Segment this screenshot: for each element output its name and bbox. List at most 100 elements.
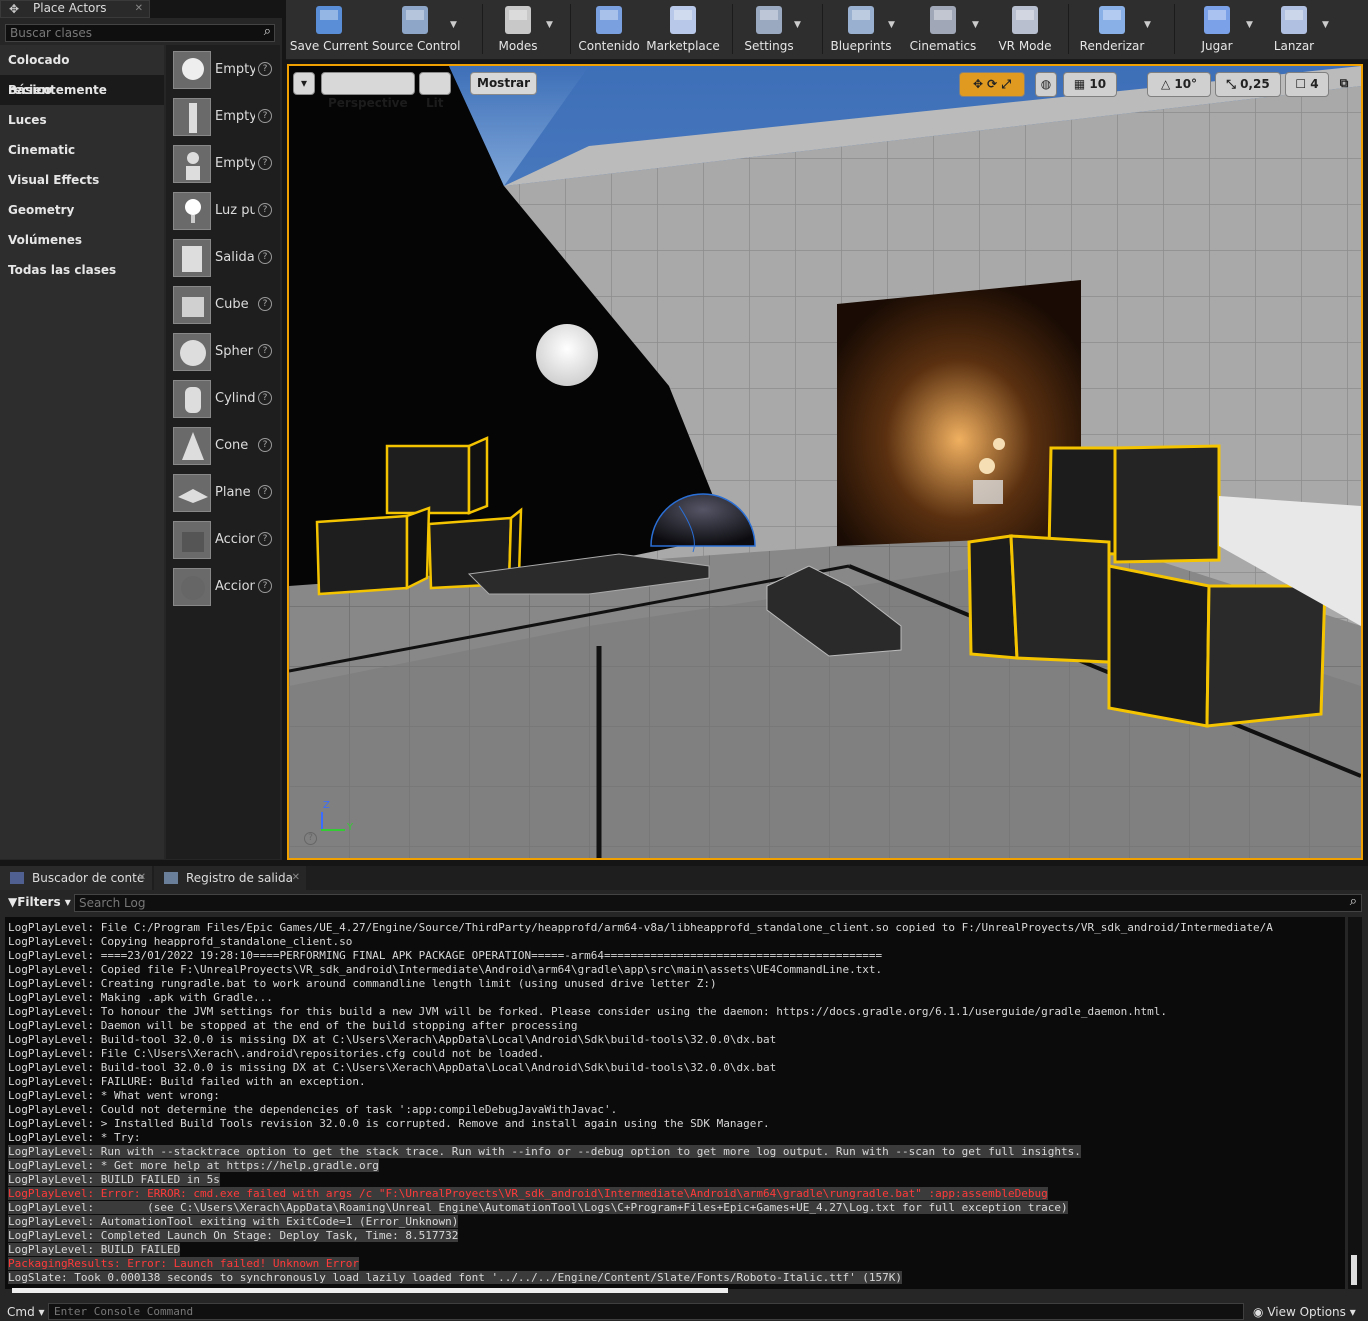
chevron-down-icon[interactable]: ▼ — [1322, 20, 1329, 30]
category-item[interactable]: Cinematic — [0, 135, 164, 165]
actor-item[interactable]: Empty? — [170, 142, 280, 186]
place-actors-tab[interactable]: ✥ Place Actors ✕ — [0, 0, 150, 18]
chevron-down-icon[interactable]: ▼ — [1246, 20, 1253, 30]
plane-icon — [173, 474, 211, 512]
actor-item[interactable]: Accion? — [170, 518, 280, 562]
actor-item[interactable]: Cube? — [170, 283, 280, 327]
help-icon[interactable]: ? — [258, 156, 272, 170]
help-icon[interactable]: ? — [258, 109, 272, 123]
help-icon[interactable]: ? — [258, 344, 272, 358]
grid-snap-button[interactable]: ▦ 10 — [1063, 72, 1117, 97]
actor-item[interactable]: Plane? — [170, 471, 280, 515]
rotation-snap-button[interactable]: △ 10° — [1147, 72, 1211, 97]
save-button[interactable]: Save Current — [286, 0, 372, 58]
help-icon[interactable]: ? — [258, 438, 272, 452]
settings-button[interactable]: Settings ▼ — [736, 0, 802, 58]
help-icon[interactable]: ? — [258, 250, 272, 264]
help-icon[interactable]: ? — [258, 485, 272, 499]
view-options-button[interactable]: ◉ View Options ▾ — [1253, 1305, 1356, 1319]
actor-item[interactable]: Cone? — [170, 424, 280, 468]
log-line-text: LogPlayLevel: AutomationTool exiting wit… — [8, 1215, 459, 1228]
close-tab-icon[interactable]: ✕ — [135, 1, 143, 16]
viewport-help-icon[interactable]: ? — [304, 832, 317, 845]
log-output[interactable]: LogPlayLevel: File C:/Program Files/Epic… — [5, 917, 1345, 1289]
log-horizontal-scrollbar[interactable] — [12, 1288, 728, 1293]
vr-mode-button[interactable]: VR Mode — [990, 0, 1060, 58]
camera-speed-button[interactable]: ☐ 4 — [1285, 72, 1329, 97]
tab-content-browser[interactable]: Buscador de conte ✕ — [0, 866, 152, 890]
category-item[interactable]: Todas las clases — [0, 255, 164, 285]
category-item[interactable]: Luces — [0, 105, 164, 135]
log-line-text: LogPlayLevel: Copying heapprofd_standalo… — [8, 935, 353, 948]
actor-item[interactable]: Salida? — [170, 236, 280, 280]
help-icon[interactable]: ? — [258, 391, 272, 405]
world-local-toggle[interactable]: ◍ — [1035, 72, 1057, 97]
tab-output-log[interactable]: Registro de salida ✕ — [154, 866, 306, 890]
toolbar-button-label: Modes — [498, 39, 538, 53]
actor-label: Empty — [215, 109, 255, 124]
actor-label: Empty — [215, 62, 255, 77]
log-line: PackagingResults: Error: Launch failed! … — [8, 1257, 1273, 1271]
help-icon[interactable]: ? — [258, 203, 272, 217]
chevron-down-icon[interactable]: ▼ — [546, 20, 553, 30]
help-icon[interactable]: ? — [258, 62, 272, 76]
help-icon[interactable]: ? — [258, 297, 272, 311]
log-search-input[interactable]: Search Log ⌕ — [74, 894, 1362, 912]
viewport-menu-button[interactable]: ▾ — [293, 72, 315, 95]
log-vertical-scrollbar[interactable] — [1348, 917, 1362, 1289]
actor-label: Accion — [215, 579, 255, 594]
close-tab-icon[interactable]: ✕ — [138, 866, 146, 890]
actor-item[interactable]: Spher? — [170, 330, 280, 374]
content-button[interactable]: Contenido — [574, 0, 644, 58]
build-button[interactable]: Renderizar ▼ — [1072, 0, 1152, 58]
show-button[interactable]: Mostrar — [470, 72, 537, 95]
actor-item[interactable]: Luz pu? — [170, 189, 280, 233]
maximize-viewport-icon[interactable]: ⧉ — [1335, 72, 1353, 97]
axis-y-label: Y — [347, 822, 354, 833]
filters-dropdown[interactable]: ▼Filters ▾ — [8, 895, 71, 909]
log-line: LogPlayLevel: Error: ERROR: cmd.exe fail… — [8, 1187, 1273, 1201]
source-control-button[interactable]: Source Control ▼ — [372, 0, 460, 58]
log-line: LogPlayLevel: AutomationTool exiting wit… — [8, 1215, 1273, 1229]
log-line: LogPlayLevel: Run with --stacktrace opti… — [8, 1145, 1273, 1159]
marketplace-button[interactable]: Marketplace — [646, 0, 720, 58]
close-tab-icon[interactable]: ✕ — [292, 866, 300, 890]
scale-snap-button[interactable]: ⤡ 0,25 — [1215, 72, 1281, 97]
category-item[interactable]: Volúmenes — [0, 225, 164, 255]
log-line-text: LogPlayLevel: Daemon will be stopped at … — [8, 1019, 578, 1032]
transform-mode-group[interactable]: ✥ ⟳ ⤢ — [959, 72, 1025, 97]
modes-button[interactable]: Modes ▼ — [482, 0, 554, 58]
scrollbar-thumb[interactable] — [1351, 1255, 1357, 1285]
actor-item[interactable]: Empty? — [170, 48, 280, 92]
log-line: LogPlayLevel: Making .apk with Gradle... — [8, 991, 1273, 1005]
point-light-icon — [173, 192, 211, 230]
chevron-down-icon[interactable]: ▼ — [450, 20, 457, 30]
cinematics-button[interactable]: Cinematics ▼ — [906, 0, 980, 58]
help-icon[interactable]: ? — [258, 532, 272, 546]
launch-button[interactable]: Lanzar ▼ — [1258, 0, 1330, 58]
save-icon — [311, 2, 347, 38]
actor-item[interactable]: Accion? — [170, 565, 280, 609]
actor-item[interactable]: Empty? — [170, 95, 280, 139]
lit-button[interactable]: Lit — [419, 72, 451, 110]
help-icon[interactable]: ? — [258, 579, 272, 593]
console-command-input[interactable]: Enter Console Command — [48, 1303, 1244, 1320]
category-item[interactable]: Visual Effects — [0, 165, 164, 195]
empty-pawn-icon — [173, 145, 211, 183]
category-item[interactable]: Colocado recientemente — [0, 45, 164, 97]
log-line: LogPlayLevel: Daemon will be stopped at … — [8, 1019, 1273, 1033]
chevron-down-icon[interactable]: ▼ — [794, 20, 801, 30]
level-viewport[interactable]: ▾ Perspective Lit Mostrar ✥ ⟳ ⤢ ◍ ▦ 10 △… — [287, 64, 1363, 860]
chevron-down-icon[interactable]: ▼ — [888, 20, 895, 30]
cmd-dropdown[interactable]: Cmd ▾ — [7, 1305, 45, 1319]
category-item[interactable]: Geometry — [0, 195, 164, 225]
chevron-down-icon[interactable]: ▼ — [1144, 20, 1151, 30]
log-line: LogPlayLevel: Creating rungradle.bat to … — [8, 977, 1273, 991]
lit-label: Lit — [426, 96, 444, 110]
chevron-down-icon[interactable]: ▼ — [972, 20, 979, 30]
class-search-input[interactable]: Buscar clases ⌕ — [5, 24, 275, 42]
blueprints-button[interactable]: Blueprints ▼ — [826, 0, 896, 58]
play-button[interactable]: Jugar ▼ — [1180, 0, 1254, 58]
actor-item[interactable]: Cylind? — [170, 377, 280, 421]
perspective-button[interactable]: Perspective — [321, 72, 415, 110]
